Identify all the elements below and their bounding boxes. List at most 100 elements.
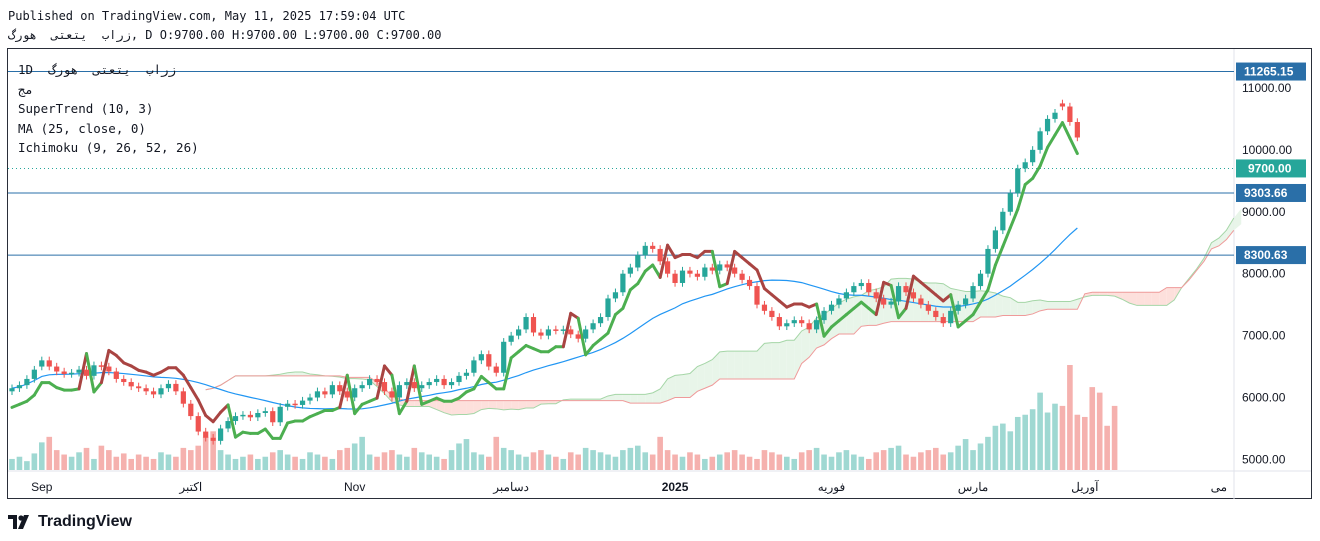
supertrend-segment (181, 373, 193, 390)
level-price-tag-label: 11265.15 (1244, 65, 1294, 79)
volume-bar (716, 454, 723, 470)
candle-body (307, 397, 313, 401)
ichimoku-cloud-segment (995, 293, 1003, 318)
ichimoku-cloud-segment (719, 351, 728, 379)
ichimoku-cloud-segment (779, 340, 787, 379)
ichimoku-cloud-segment (697, 363, 705, 392)
volume-bar (985, 436, 991, 470)
volume-bar (672, 454, 678, 470)
ichimoku-cloud-segment (1136, 292, 1145, 306)
legend-ma[interactable]: MA (25, close, 0) (18, 119, 199, 139)
ichimoku-cloud-segment (1017, 302, 1026, 316)
ichimoku-cloud-segment (459, 400, 467, 415)
candle-body (679, 270, 686, 283)
volume-bar (865, 458, 872, 470)
volume-bar (143, 456, 149, 470)
candle-body (553, 329, 559, 331)
candle-body (404, 382, 410, 386)
legend-ichimoku[interactable]: Ichimoku (9, 26, 52, 26) (18, 138, 199, 158)
volume-bar (709, 456, 716, 470)
candle-body (1007, 193, 1013, 212)
candle-body (270, 411, 276, 423)
volume-bar (679, 456, 686, 470)
volume-bar (724, 452, 730, 470)
volume-bar (24, 461, 30, 470)
candle-body (299, 400, 306, 405)
volume-bar (784, 456, 790, 470)
ichimoku-cloud-segment (667, 375, 676, 401)
candle-body (203, 431, 209, 438)
candle-body (769, 310, 775, 318)
legend-supertrend[interactable]: SuperTrend (10, 3) (18, 99, 199, 119)
volume-bar (806, 450, 812, 470)
candle-body (888, 301, 894, 305)
candle-body (1067, 106, 1073, 123)
candle-body (195, 416, 201, 432)
candle-body (970, 286, 976, 299)
candle-body (46, 360, 52, 367)
supertrend-segment (263, 427, 275, 440)
volume-bar (694, 454, 701, 470)
volume-bar (843, 450, 850, 470)
volume-bar (411, 447, 418, 470)
tradingview-logo[interactable]: TradingView (8, 512, 132, 532)
volume-bar (933, 447, 939, 470)
volume-bar (746, 456, 753, 470)
candle-body (814, 320, 820, 330)
volume-bar (83, 447, 90, 470)
ichimoku-cloud-segment (615, 394, 623, 401)
volume-bar (478, 454, 485, 470)
candle-body (434, 378, 440, 383)
price-axis-tick-label: 7000.00 (1242, 329, 1286, 343)
candle-body (150, 391, 157, 395)
candle-body (54, 366, 60, 372)
volume-bar (1074, 414, 1081, 470)
volume-bar (1067, 365, 1073, 470)
candle-body (910, 292, 917, 299)
supertrend-segment (636, 269, 647, 286)
candle-body (329, 385, 335, 395)
volume-bar (471, 452, 477, 470)
candle-body (456, 375, 462, 383)
candle-body (821, 310, 827, 321)
candle-body (717, 264, 723, 271)
volume-bar (508, 450, 514, 470)
volume-bar (188, 450, 194, 470)
candle-body (262, 411, 268, 413)
candle-body (948, 310, 954, 324)
ichimoku-cloud-segment (786, 340, 795, 379)
candle-body (61, 371, 67, 374)
volume-bar (463, 439, 470, 470)
volume-bar (664, 450, 671, 470)
volume-bar (910, 456, 917, 470)
ichimoku-cloud-segment (660, 378, 668, 404)
candle-body (933, 310, 939, 318)
supertrend-segment (189, 386, 200, 402)
ichimoku-cloud-segment (757, 343, 765, 379)
supertrend-segment (1068, 136, 1079, 156)
candle-body (665, 261, 671, 274)
volume-bar (53, 450, 60, 470)
volume-bar (255, 458, 261, 470)
candle-body (612, 292, 619, 299)
volume-bar (337, 450, 343, 470)
candle-body (106, 366, 112, 372)
candle-body (411, 382, 417, 389)
candle-body (9, 388, 15, 392)
candle-body (709, 267, 715, 271)
volume-bar (962, 439, 969, 470)
time-axis-tick-label: مارس (958, 480, 989, 494)
candle-body (1059, 103, 1066, 107)
candle-body (486, 354, 492, 367)
candle-body (16, 385, 23, 389)
candle-body (836, 298, 842, 305)
time-axis-tick-label: دسامبر (492, 480, 529, 494)
candle-body (851, 286, 857, 293)
supertrend-segment (211, 410, 223, 424)
volume-bar (389, 450, 395, 470)
candle-body (158, 388, 164, 395)
candle-body (1044, 118, 1051, 132)
candle-body (575, 334, 581, 339)
candle-body (799, 320, 805, 324)
volume-bar (418, 452, 425, 470)
